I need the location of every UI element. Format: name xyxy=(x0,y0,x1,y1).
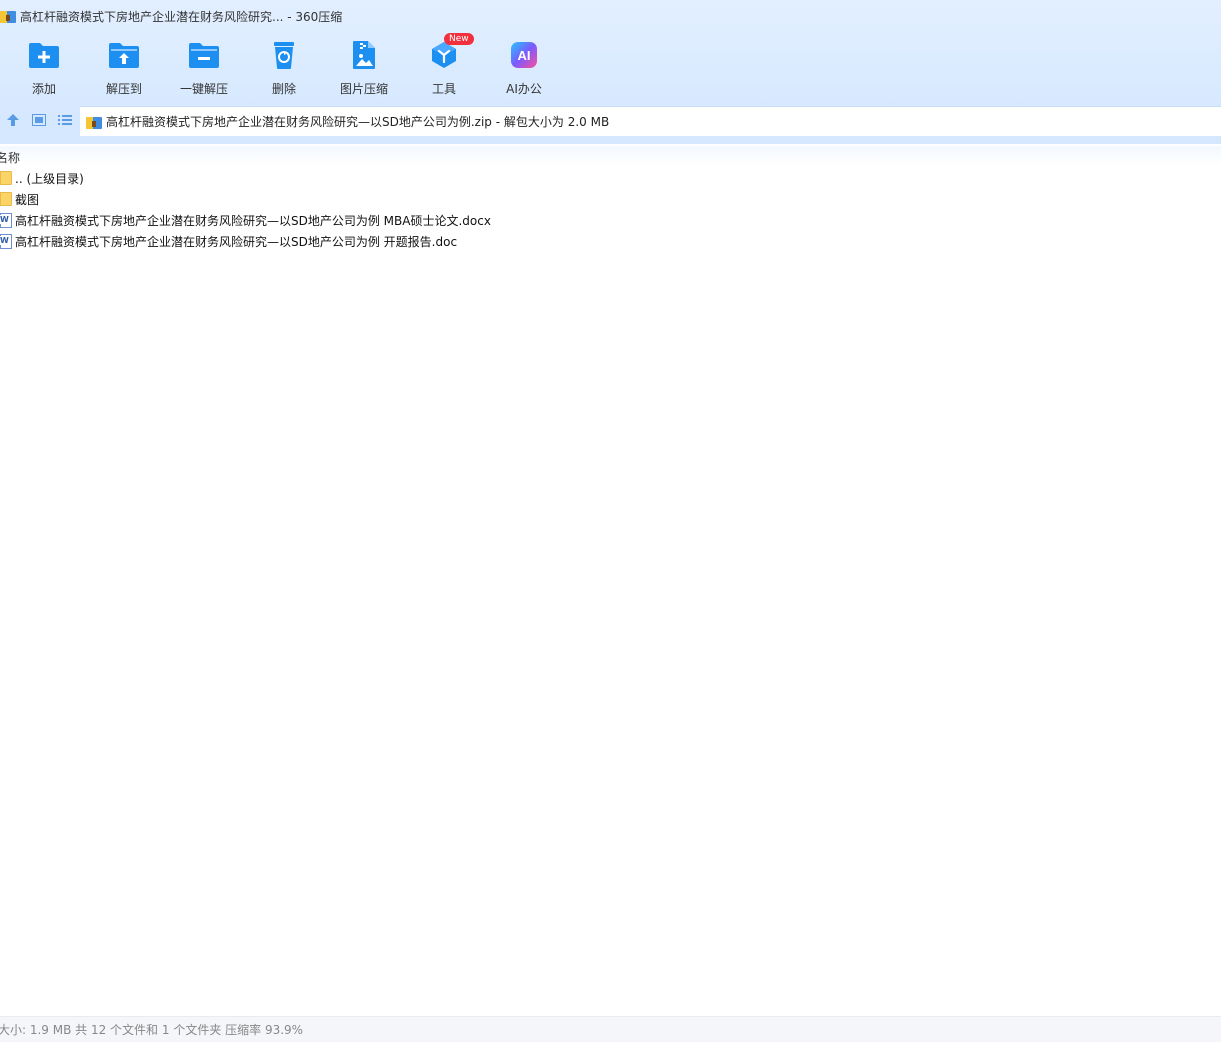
delete-button[interactable]: 删除 xyxy=(244,36,324,98)
status-bar: 大小: 1.9 MB 共 12 个文件和 1 个文件夹 压缩率 93.9% xyxy=(0,1016,1221,1042)
recycle-bin-icon xyxy=(267,38,301,72)
thumbnail-view-icon xyxy=(32,113,46,129)
tools-button[interactable]: 工具 xyxy=(404,36,484,98)
arrow-up-icon xyxy=(6,113,20,130)
list-view-icon xyxy=(58,114,72,129)
window-title: 高杠杆融资模式下房地产企业潜在财务风险研究... - 360压缩 xyxy=(20,9,343,24)
address-path: 高杠杆融资模式下房地产企业潜在财务风险研究—以SD地产公司为例.zip - 解包… xyxy=(106,115,610,129)
folder-icon xyxy=(0,171,12,186)
new-badge: New xyxy=(444,33,474,45)
extract-to-button[interactable]: 解压到 xyxy=(84,36,164,98)
file-name: 截图 xyxy=(15,193,40,207)
ai-office-label: AI办公 xyxy=(506,82,542,96)
column-header-name[interactable]: 名称 xyxy=(0,149,20,166)
one-click-extract-button[interactable]: 一键解压 xyxy=(164,36,244,98)
list-item-doc-proposal[interactable]: 高杠杆融资模式下房地产企业潜在财务风险研究—以SD地产公司为例 开题报告.doc xyxy=(0,231,1221,252)
ai-office-icon: AI xyxy=(507,38,541,72)
file-name: .. (上级目录) xyxy=(15,172,84,186)
folder-extract-icon xyxy=(107,38,141,72)
file-name: 高杠杆融资模式下房地产企业潜在财务风险研究—以SD地产公司为例 开题报告.doc xyxy=(15,235,458,249)
zip-archive-icon xyxy=(86,115,102,129)
folder-icon xyxy=(0,192,12,207)
thumbnail-view-button[interactable] xyxy=(26,106,52,136)
word-document-icon xyxy=(0,234,12,249)
list-header: 名称 xyxy=(0,146,1221,166)
folder-add-icon xyxy=(27,38,61,72)
up-level-button[interactable] xyxy=(0,106,26,136)
add-label: 添加 xyxy=(31,82,56,96)
word-document-icon xyxy=(0,213,12,228)
list-view-button[interactable] xyxy=(52,106,78,136)
image-compress-icon xyxy=(347,38,381,72)
delete-label: 删除 xyxy=(271,82,296,96)
app-logo-icon xyxy=(0,9,16,23)
tools-label: 工具 xyxy=(431,82,456,96)
image-compress-button[interactable]: 图片压缩 xyxy=(324,36,404,98)
title-bar: 高杠杆融资模式下房地产企业潜在财务风险研究... - 360压缩 xyxy=(0,0,1221,32)
list-item-folder-screenshots[interactable]: 截图 xyxy=(0,189,1221,210)
list-item-docx-thesis[interactable]: 高杠杆融资模式下房地产企业潜在财务风险研究—以SD地产公司为例 MBA硕士论文.… xyxy=(0,210,1221,231)
top-panel: 高杠杆融资模式下房地产企业潜在财务风险研究... - 360压缩 添加 解压到 … xyxy=(0,0,1221,144)
ai-office-button[interactable]: AI AI办公 xyxy=(484,36,564,98)
one-click-extract-label: 一键解压 xyxy=(179,82,228,96)
image-compress-label: 图片压缩 xyxy=(339,82,388,96)
address-row: 高杠杆融资模式下房地产企业潜在财务风险研究—以SD地产公司为例.zip - 解包… xyxy=(0,106,1221,136)
ai-icon-text: AI xyxy=(518,48,531,63)
folder-minus-icon xyxy=(187,38,221,72)
add-button[interactable]: 添加 xyxy=(4,36,84,98)
status-text: 大小: 1.9 MB 共 12 个文件和 1 个文件夹 压缩率 93.9% xyxy=(0,1023,304,1037)
address-bar[interactable]: 高杠杆融资模式下房地产企业潜在财务风险研究—以SD地产公司为例.zip - 解包… xyxy=(80,106,1221,136)
extract-to-label: 解压到 xyxy=(105,82,142,96)
file-name: 高杠杆融资模式下房地产企业潜在财务风险研究—以SD地产公司为例 MBA硕士论文.… xyxy=(15,214,491,228)
file-list: .. (上级目录) 截图 高杠杆融资模式下房地产企业潜在财务风险研究—以SD地产… xyxy=(0,168,1221,252)
list-item-parent-dir[interactable]: .. (上级目录) xyxy=(0,168,1221,189)
toolbar: 添加 解压到 一键解压 删除 图片压缩 工具 AI AI办公 xyxy=(4,36,564,100)
